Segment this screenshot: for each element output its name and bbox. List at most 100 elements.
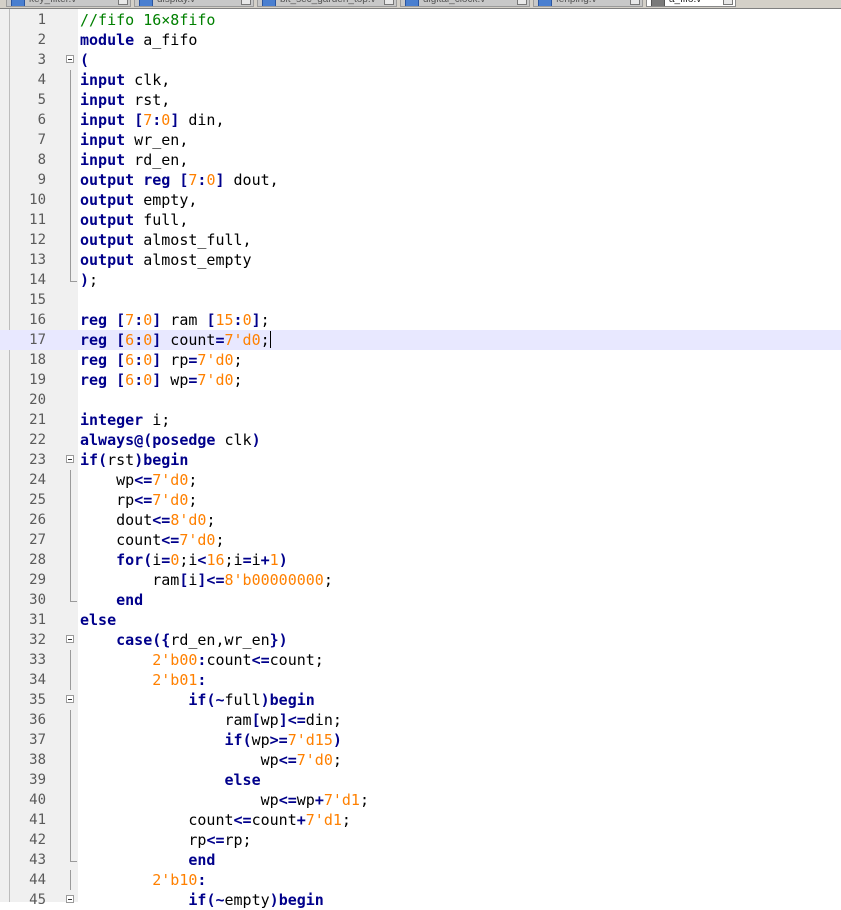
code-token: begin	[143, 451, 189, 469]
tab-a-fifo-v[interactable]: a_fifo.v	[646, 0, 736, 7]
code-line[interactable]: 40 wp<=wp+7'd1;	[0, 790, 841, 810]
code-line[interactable]: 8 input rd_en,	[0, 150, 841, 170]
code-line[interactable]: 12 output almost_full,	[0, 230, 841, 250]
code-token: if	[80, 451, 99, 469]
code-line[interactable]: 21 integer i;	[0, 410, 841, 430]
fold-guide	[70, 730, 71, 750]
code-token: 7'd0	[152, 491, 189, 509]
file-icon	[11, 0, 25, 6]
code-line[interactable]: 9 output reg [7:0] dout,	[0, 170, 841, 190]
code-token: for	[116, 551, 144, 569]
code-line[interactable]: 30 end	[0, 590, 841, 610]
file-icon	[538, 0, 552, 6]
code-line[interactable]: 11 output full,	[0, 210, 841, 230]
code-token: [	[251, 711, 261, 729]
code-line[interactable]: 42 rp<=rp;	[0, 830, 841, 850]
code-line[interactable]: 26 dout<=8'd0;	[0, 510, 841, 530]
fold-guide	[70, 810, 71, 830]
code-line[interactable]: 45 if(~empty)begin	[0, 890, 841, 910]
code-token: output	[80, 191, 135, 209]
tab-bit-sec-garden-top-v[interactable]: bit_sec_garden_top.v	[257, 0, 397, 7]
code-line[interactable]: 34 2'b01:	[0, 670, 841, 690]
tab-digital-clock-v[interactable]: digital_clock.v	[400, 0, 530, 7]
code-line[interactable]: 17 reg [6:0] count=7'd0;	[0, 330, 841, 350]
code-token: 8'd0	[170, 511, 207, 529]
code-line[interactable]: 5 input rst,	[0, 90, 841, 110]
fold-collapse-icon[interactable]	[66, 695, 74, 703]
code-text: if(~empty)begin	[80, 890, 323, 910]
code-line[interactable]: 13 output almost_empty	[0, 250, 841, 270]
code-token: ]	[152, 351, 162, 369]
code-line[interactable]: 4 input clk,	[0, 70, 841, 90]
line-number: 20	[29, 392, 46, 408]
close-icon[interactable]	[630, 0, 640, 5]
code-line[interactable]: 28 for(i=0;i<16;i=i+1)	[0, 550, 841, 570]
line-number: 44	[29, 872, 46, 888]
code-line[interactable]: 19 reg [6:0] wp=7'd0;	[0, 370, 841, 390]
code-line[interactable]: 36 ram[wp]<=din;	[0, 710, 841, 730]
code-line[interactable]: 38 wp<=7'd0;	[0, 750, 841, 770]
line-number: 27	[29, 532, 46, 548]
tab-key-filter-v[interactable]: key_filter.v	[6, 0, 131, 7]
code-line[interactable]: 14);	[0, 270, 841, 290]
code-line[interactable]: 43 end	[0, 850, 841, 870]
code-line[interactable]: 41 count<=count+7'd1;	[0, 810, 841, 830]
code-line[interactable]: 10 output empty,	[0, 190, 841, 210]
tab-label: display.v	[157, 0, 195, 5]
code-token: rst	[107, 451, 135, 469]
code-token: })	[269, 631, 288, 649]
line-number: 19	[29, 372, 46, 388]
close-icon[interactable]	[118, 0, 128, 5]
tab-display-v[interactable]: display.v	[134, 0, 254, 7]
code-token: input	[80, 131, 126, 149]
code-line[interactable]: 1 //fifo 16×8fifo	[0, 10, 841, 30]
code-token: input	[80, 111, 126, 129]
code-line[interactable]: 32 case({rd_en,wr_en})	[0, 630, 841, 650]
code-line[interactable]: 16 reg [7:0] ram [15:0];	[0, 310, 841, 330]
code-line[interactable]: 31 else	[0, 610, 841, 630]
fold-collapse-icon[interactable]	[66, 55, 74, 63]
code-text: input [7:0] din,	[80, 110, 225, 130]
fold-collapse-icon[interactable]	[66, 635, 74, 643]
fold-guide	[70, 790, 71, 810]
code-token: count	[161, 331, 216, 349]
close-icon[interactable]	[241, 0, 251, 5]
code-line[interactable]: 15	[0, 290, 841, 310]
code-line[interactable]: 23 if(rst)begin	[0, 450, 841, 470]
close-icon[interactable]	[517, 0, 527, 5]
line-number: 32	[29, 632, 46, 648]
code-token: <=	[278, 791, 297, 809]
code-token: rd_en,	[125, 151, 189, 169]
code-line[interactable]: 27 count<=7'd0;	[0, 530, 841, 550]
close-icon[interactable]	[723, 0, 733, 5]
code-line[interactable]: 33 2'b00:count<=count;	[0, 650, 841, 670]
fold-guide	[70, 150, 71, 170]
code-line[interactable]: 22 always@(posedge clk)	[0, 430, 841, 450]
code-line[interactable]: 7 input wr_en,	[0, 130, 841, 150]
code-line[interactable]: 24 wp<=7'd0;	[0, 470, 841, 490]
code-line[interactable]: 3(	[0, 50, 841, 70]
code-line[interactable]: 29 ram[i]<=8'b00000000;	[0, 570, 841, 590]
line-number: 35	[29, 692, 46, 708]
code-line[interactable]: 18 reg [6:0] rp=7'd0;	[0, 350, 841, 370]
close-icon[interactable]	[384, 0, 394, 5]
code-line[interactable]: 20	[0, 390, 841, 410]
tab-fenping-v[interactable]: fenping.v	[533, 0, 643, 7]
line-number: 29	[29, 572, 46, 588]
code-token: :	[134, 311, 144, 329]
code-line[interactable]: 6 input [7:0] din,	[0, 110, 841, 130]
code-token: [	[116, 311, 126, 329]
code-line[interactable]: 37 if(wp>=7'd15)	[0, 730, 841, 750]
code-token: wr_en,	[125, 131, 189, 149]
code-line[interactable]: 44 2'b10:	[0, 870, 841, 890]
code-token: din;	[305, 711, 342, 729]
fold-collapse-icon[interactable]	[66, 455, 74, 463]
code-token: 6	[125, 331, 135, 349]
code-line[interactable]: 25 rp<=7'd0;	[0, 490, 841, 510]
code-line[interactable]: 39 else	[0, 770, 841, 790]
code-token: ;	[332, 751, 342, 769]
code-line[interactable]: 2 module a_fifo	[0, 30, 841, 50]
code-editor[interactable]: 1//fifo 16×8fifo 2 module a_fifo 3(4 input c…	[0, 10, 841, 910]
code-line[interactable]: 35 if(~full)begin	[0, 690, 841, 710]
